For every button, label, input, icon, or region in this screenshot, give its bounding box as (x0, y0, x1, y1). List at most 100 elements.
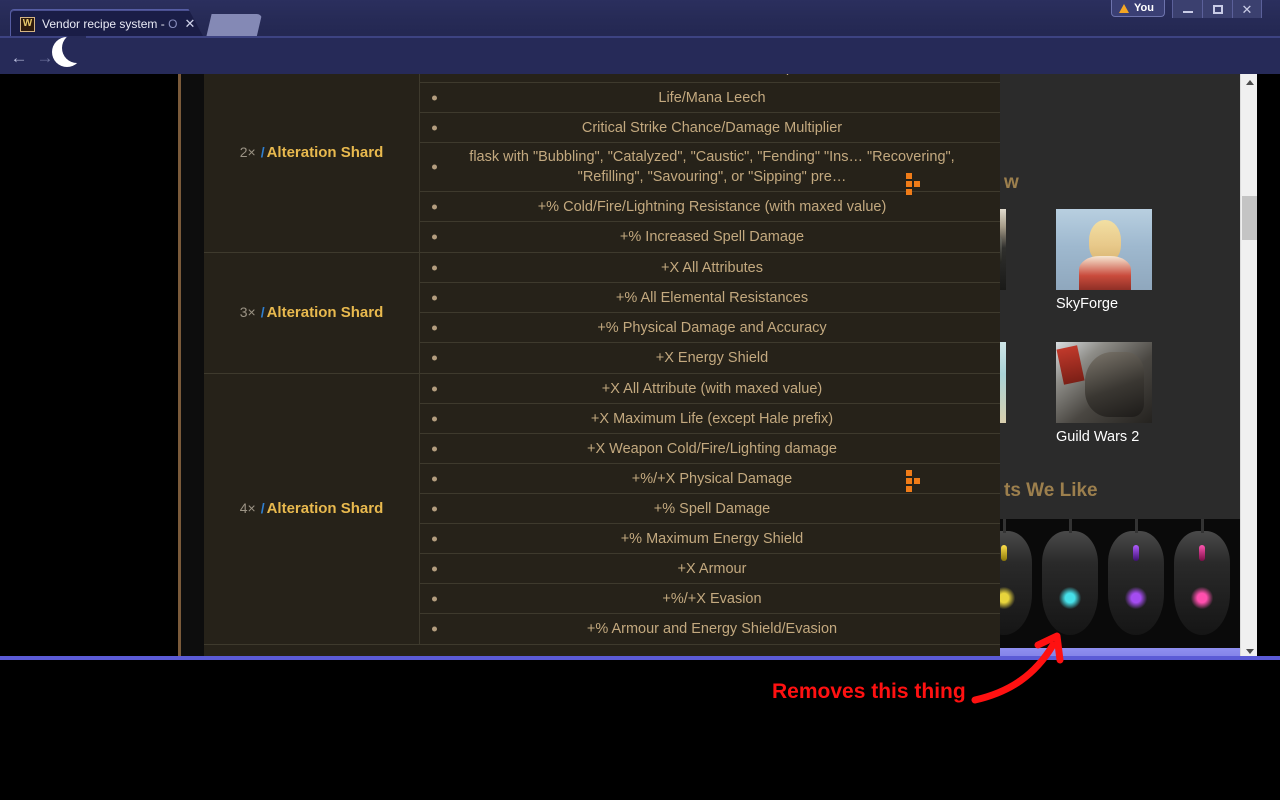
recipe-mod-text: +% Cold/Fire/Lightning Resistance (with … (537, 198, 887, 215)
recipe-mod-row: +% Cold/Fire/Lightning Resistance (with … (420, 192, 1004, 222)
recipe-result: 3× / Alteration Shard (240, 304, 384, 322)
bullet-icon (432, 446, 437, 451)
recipe-result-item-link[interactable]: Alteration Shard (267, 304, 384, 321)
ad-thumbnail-guild-wars-2 (1056, 342, 1152, 423)
recipe-mod-text: +% All Elemental Resistances (615, 289, 809, 306)
ad-thumbnail-skyforge (1056, 209, 1152, 290)
recipe-mod-text: Life/Mana Leech (658, 89, 766, 106)
recipe-group: 4× / Alteration Shard +X All Attribute (wit… (204, 374, 1004, 645)
window-maximize-button[interactable] (1202, 0, 1232, 18)
ad-thumbnail-tank (1000, 209, 1006, 290)
page-left-dark-column (181, 74, 204, 660)
bullet-icon (432, 416, 437, 421)
recipe-mod-row: +X All Attribute (with maxed value) (420, 374, 1004, 404)
bullet-icon (432, 626, 437, 632)
scrollbar-thumb[interactable] (1242, 196, 1257, 240)
back-arrow-icon[interactable]: ← (8, 46, 30, 68)
recipe-result-cell: 3× / Alteration Shard (204, 253, 420, 373)
orange-dots-marker-icon (906, 173, 924, 195)
vertical-scrollbar[interactable] (1240, 74, 1257, 660)
window-bottom-accent (0, 656, 1280, 660)
bullet-icon (432, 125, 437, 130)
item-icon: / (260, 304, 265, 320)
recipe-mods-cell: +X All Attribute (with maxed value) +X Ma… (420, 374, 1004, 644)
recipe-group: 3× / Alteration Shard +X All Attributes +% A… (204, 253, 1004, 374)
recipe-mods-cell: +% Increased Attack/Cast Speed Life/Mana … (420, 74, 1004, 252)
recipe-mod-row: +X Weapon Cold/Fire/Lighting damage (420, 434, 1004, 464)
recipe-mod-row: +%/+X Evasion (420, 584, 1004, 614)
bullet-icon (432, 506, 437, 511)
recipe-result-cell: 2× / Alteration Shard (204, 74, 420, 252)
recipe-mod-text: +X Energy Shield (655, 350, 769, 366)
browser-tab-vendor-recipe-system[interactable]: W Vendor recipe system - O ✕ (10, 9, 204, 38)
page-viewport: 2×/Alteration Shard+% Increased Attack/C… (0, 74, 1280, 660)
recipe-mod-text: +% Spell Damage (653, 500, 771, 517)
ad-tile-guild-wars-2[interactable]: Guild Wars 2 (1056, 342, 1152, 445)
bullet-icon (432, 325, 437, 330)
recipe-mod-row: +% Physical Damage and Accuracy (420, 313, 1004, 343)
bullet-icon (432, 476, 437, 481)
recipe-result-item-link[interactable]: Alteration Shard (267, 144, 384, 161)
recipe-mod-row: +% Maximum Energy Shield (420, 524, 1004, 554)
recipe-mod-text: +X All Attribute (with maxed value) (601, 380, 823, 397)
annotation-label: Removes this thing (772, 680, 966, 703)
window-minimize-button[interactable] (1172, 0, 1202, 18)
orange-dots-marker-icon (906, 470, 924, 492)
desktop-background: W Vendor recipe system - O ✕ You ✕ ← → ↻… (0, 0, 1280, 800)
recipe-mod-row: +X Armour (420, 554, 1004, 584)
bullet-icon (432, 95, 437, 100)
bullet-icon (432, 596, 437, 601)
recipe-result-count: 3× (239, 304, 256, 320)
bullet-icon (432, 204, 437, 209)
close-icon: ✕ (1241, 1, 1253, 17)
bullet-icon (432, 386, 437, 391)
recipe-mod-text: +X Maximum Life (except Hale prefix) (590, 410, 834, 427)
reload-icon[interactable]: ↻ (58, 46, 80, 68)
recipe-mods-cell: +X All Attributes +% All Elemental Resist… (420, 253, 1004, 373)
ad-banner-gaming-mouse[interactable] (1000, 519, 1240, 649)
tab-favicon-icon: W (20, 16, 35, 32)
item-icon: / (260, 143, 265, 160)
recipe-mod-row: Critical Strike Chance/Damage Multiplier (420, 113, 1004, 143)
recipe-result-cell: 4× / Alteration Shard (204, 374, 420, 644)
you-button-label: You (1134, 2, 1154, 14)
recipe-group: 2×/Alteration Shard +% Increased Attack/C… (204, 74, 1004, 253)
recipe-result-count: 2× (239, 143, 256, 160)
scrollbar-up-arrow-icon[interactable] (1241, 74, 1258, 91)
ad-thumbnail-plane (1000, 342, 1006, 423)
ad-caption-1: SkyForge (1056, 296, 1119, 312)
warning-triangle-icon (1119, 3, 1130, 13)
window-close-button[interactable]: ✕ (1232, 0, 1262, 18)
new-tab-button[interactable] (206, 14, 262, 38)
recipe-mod-row: +X Maximum Life (except Hale prefix) (420, 404, 1004, 434)
ad-sidebar: w ts We Like s SkyForge Guild Wars 2 (1000, 74, 1240, 660)
forward-arrow-icon[interactable]: → (34, 46, 56, 68)
recipe-mod-text: +% Increased Attack/Cast Speed (420, 74, 1004, 78)
tab-close-icon[interactable]: ✕ (183, 17, 197, 31)
ad-tile-skyforge[interactable]: SkyForge (1056, 209, 1152, 312)
recipe-mod-text: +X All Attributes (661, 259, 763, 276)
bullet-icon (432, 265, 437, 270)
recipe-mod-text: +%/+X Evasion (662, 590, 762, 607)
recipe-mod-text: +X Armour (677, 560, 747, 577)
ad-section-heading-products: ts We Like (1004, 480, 1098, 501)
recipe-mod-row: +% Increased Attack/Cast Speed (420, 74, 1004, 83)
recipe-mod-text: Critical Strike Chance/Damage Multiplier (581, 119, 843, 136)
you-profile-button[interactable]: You (1111, 0, 1165, 17)
page-left-gutter (0, 74, 178, 660)
recipe-mod-text: +X Weapon Cold/Fire/Lighting damage (586, 440, 837, 457)
ad-tile-plane[interactable] (1000, 342, 1006, 429)
recipe-result-item-link[interactable]: Alteration Shard (267, 500, 384, 517)
recipe-mod-row: +% Increased Spell Damage (420, 222, 1004, 252)
ad-tile-tank[interactable]: s (1000, 209, 1006, 312)
ad-caption-3: Guild Wars 2 (1056, 429, 1140, 445)
browser-toolbar: ← → ↻ pathofexile.gamepedia.com/Vendor_r… (0, 38, 1280, 108)
item-icon: / (260, 500, 265, 516)
recipe-mod-text: +% Physical Damage and Accuracy (597, 319, 827, 336)
browser-window: W Vendor recipe system - O ✕ You ✕ ← → ↻… (0, 0, 1280, 660)
ad-section-heading-games: w (1004, 172, 1019, 193)
recipe-mod-row: +% All Elemental Resistances (420, 283, 1004, 313)
bullet-icon (432, 536, 437, 541)
recipe-mod-row: +X All Attributes (420, 253, 1004, 283)
recipe-mod-row: Life/Mana Leech (420, 83, 1004, 113)
